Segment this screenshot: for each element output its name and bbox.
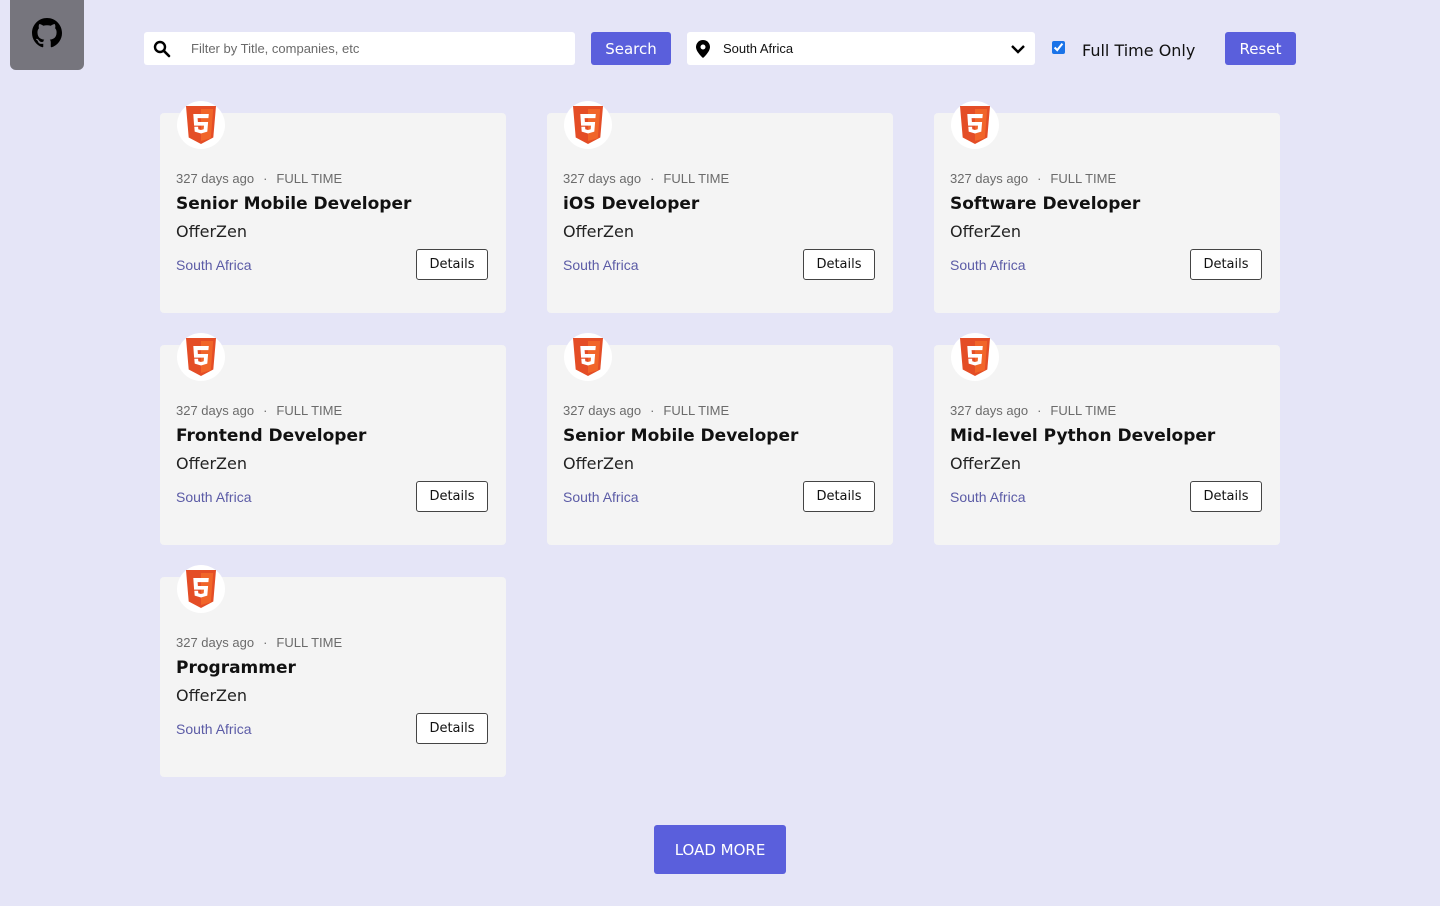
- company-name: OfferZen: [950, 454, 1021, 473]
- job-location: South Africa: [176, 721, 252, 737]
- job-meta: 327 days ago · FULL TIME: [563, 171, 729, 186]
- full-time-checkbox[interactable]: [1052, 41, 1065, 54]
- company-name: OfferZen: [950, 222, 1021, 241]
- separator-dot: ·: [1037, 171, 1042, 186]
- html5-icon: [177, 333, 225, 381]
- job-meta: 327 days ago · FULL TIME: [176, 635, 342, 650]
- job-meta: 327 days ago · FULL TIME: [176, 171, 342, 186]
- job-meta: 327 days ago · FULL TIME: [950, 403, 1116, 418]
- full-time-label: Full Time Only: [1082, 41, 1196, 60]
- job-card: 327 days ago · FULL TIME iOS Developer Offer…: [547, 101, 893, 313]
- company-name: OfferZen: [563, 222, 634, 241]
- job-card: 327 days ago · FULL TIME Software Developer…: [934, 101, 1280, 313]
- job-location: South Africa: [950, 489, 1026, 505]
- job-type: FULL TIME: [663, 403, 730, 418]
- job-location: South Africa: [950, 257, 1026, 273]
- job-type: FULL TIME: [1050, 403, 1117, 418]
- job-meta: 327 days ago · FULL TIME: [176, 403, 342, 418]
- location-select[interactable]: South Africa: [687, 32, 1035, 65]
- search-input[interactable]: [180, 32, 575, 65]
- company-name: OfferZen: [176, 454, 247, 473]
- separator-dot: ·: [650, 403, 655, 418]
- company-name: OfferZen: [563, 454, 634, 473]
- job-card: 327 days ago · FULL TIME Mid-level Python D…: [934, 333, 1280, 545]
- html5-icon: [564, 101, 612, 149]
- separator-dot: ·: [263, 403, 268, 418]
- job-type: FULL TIME: [663, 171, 730, 186]
- job-title[interactable]: Mid-level Python Developer: [950, 426, 1215, 446]
- search-box: [144, 32, 575, 65]
- html5-icon: [564, 333, 612, 381]
- posted-time: 327 days ago: [176, 635, 255, 650]
- github-icon: [32, 17, 62, 53]
- reset-button[interactable]: Reset: [1225, 32, 1296, 65]
- job-location: South Africa: [176, 257, 252, 273]
- job-title[interactable]: Frontend Developer: [176, 426, 366, 446]
- job-title[interactable]: Software Developer: [950, 194, 1140, 214]
- details-button[interactable]: Details: [1190, 249, 1262, 280]
- load-more-button[interactable]: LOAD MORE: [654, 825, 786, 874]
- job-type: FULL TIME: [1050, 171, 1117, 186]
- html5-icon: [177, 565, 225, 613]
- html5-icon: [951, 101, 999, 149]
- company-name: OfferZen: [176, 686, 247, 705]
- posted-time: 327 days ago: [176, 171, 255, 186]
- location-value: South Africa: [723, 41, 794, 56]
- full-time-toggle[interactable]: Full Time Only: [1052, 38, 1196, 60]
- job-meta: 327 days ago · FULL TIME: [563, 403, 729, 418]
- separator-dot: ·: [263, 635, 268, 650]
- separator-dot: ·: [1037, 403, 1042, 418]
- chevron-down-icon: [1001, 44, 1035, 54]
- search-button[interactable]: Search: [591, 32, 671, 65]
- job-card: 327 days ago · FULL TIME Programmer OfferZen…: [160, 565, 506, 777]
- job-location: South Africa: [563, 257, 639, 273]
- details-button[interactable]: Details: [416, 481, 488, 512]
- company-name: OfferZen: [176, 222, 247, 241]
- separator-dot: ·: [263, 171, 268, 186]
- job-card: 327 days ago · FULL TIME Senior Mobile Deve…: [547, 333, 893, 545]
- html5-icon: [951, 333, 999, 381]
- job-location: South Africa: [176, 489, 252, 505]
- job-title[interactable]: Senior Mobile Developer: [176, 194, 411, 214]
- separator-dot: ·: [650, 171, 655, 186]
- job-location: South Africa: [563, 489, 639, 505]
- job-title[interactable]: Senior Mobile Developer: [563, 426, 798, 446]
- job-meta: 327 days ago · FULL TIME: [950, 171, 1116, 186]
- job-card: 327 days ago · FULL TIME Frontend Developer…: [160, 333, 506, 545]
- location-pin-icon: [688, 39, 718, 58]
- job-title[interactable]: Programmer: [176, 658, 296, 678]
- posted-time: 327 days ago: [950, 403, 1029, 418]
- details-button[interactable]: Details: [1190, 481, 1262, 512]
- details-button[interactable]: Details: [803, 481, 875, 512]
- job-type: FULL TIME: [276, 635, 343, 650]
- job-type: FULL TIME: [276, 171, 343, 186]
- search-icon: [144, 40, 180, 58]
- details-button[interactable]: Details: [803, 249, 875, 280]
- posted-time: 327 days ago: [176, 403, 255, 418]
- job-title[interactable]: iOS Developer: [563, 194, 699, 214]
- details-button[interactable]: Details: [416, 713, 488, 744]
- posted-time: 327 days ago: [563, 403, 642, 418]
- github-link[interactable]: [10, 0, 84, 70]
- details-button[interactable]: Details: [416, 249, 488, 280]
- html5-icon: [177, 101, 225, 149]
- job-card: 327 days ago · FULL TIME Senior Mobile Deve…: [160, 101, 506, 313]
- posted-time: 327 days ago: [563, 171, 642, 186]
- posted-time: 327 days ago: [950, 171, 1029, 186]
- job-type: FULL TIME: [276, 403, 343, 418]
